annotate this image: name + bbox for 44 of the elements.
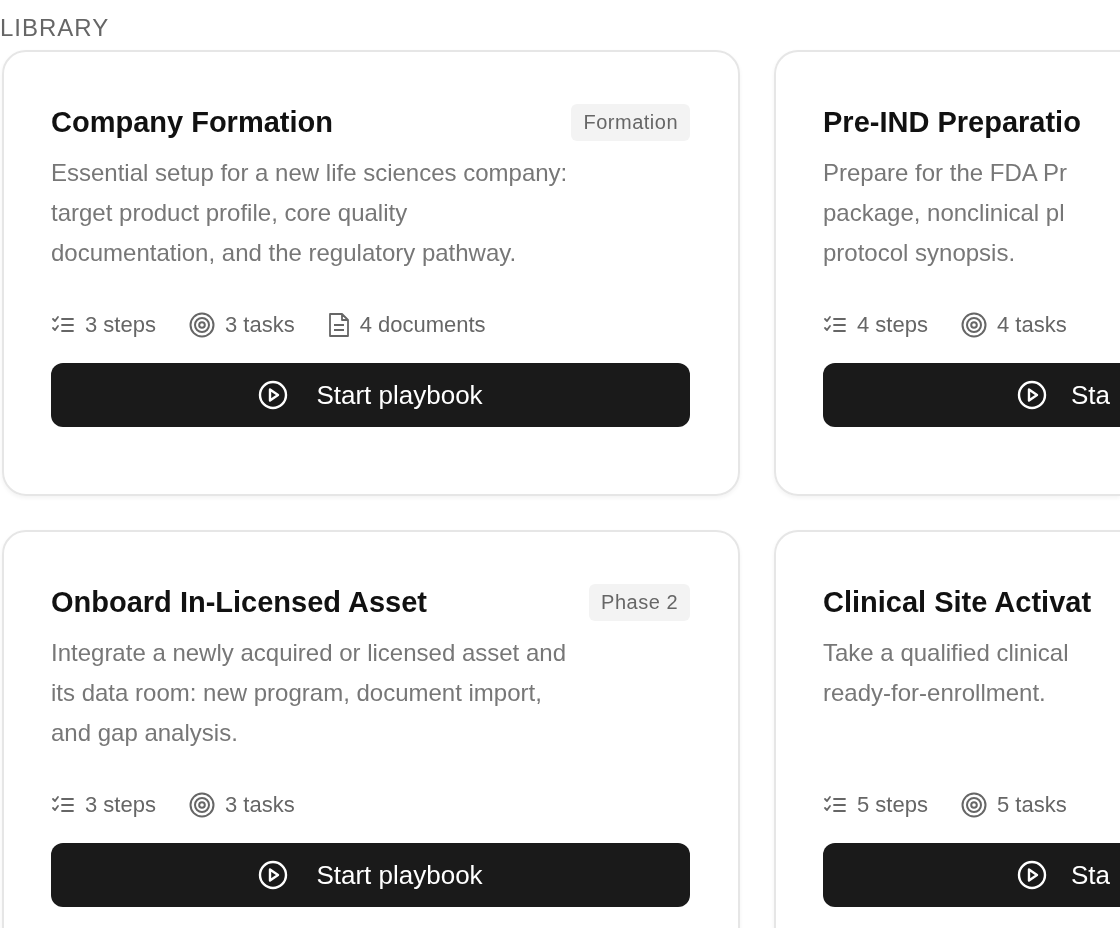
start-playbook-button[interactable]: Sta: [823, 843, 1120, 907]
card-description: and gap analysis.: [51, 718, 239, 748]
checklist-icon: [823, 795, 847, 815]
card-description: package, nonclinical pl: [823, 198, 1066, 228]
card-description: target product profile, core quality: [51, 198, 409, 228]
stat-label: 5 tasks: [996, 792, 1067, 818]
play-icon: [1017, 380, 1047, 410]
stat-label: 3 tasks: [224, 312, 295, 338]
card-title: Onboard In-Licensed Asset: [51, 585, 427, 619]
card-title: Company Formation: [51, 105, 333, 139]
checklist-icon: [51, 795, 75, 815]
target-icon: [960, 312, 987, 338]
card-description: Integrate a newly acquired or licensed asset and: [51, 638, 567, 668]
play-icon: [258, 860, 289, 890]
stat-label: 4 documents: [359, 312, 486, 338]
target-icon: [188, 792, 215, 818]
category-tag: Phase 2: [589, 583, 690, 621]
checklist-icon: [823, 315, 847, 335]
stat-label: 3 steps: [85, 792, 156, 818]
card-description: documentation, and the regulatory pathway.: [51, 238, 518, 268]
stat-label: 4 steps: [857, 312, 928, 338]
target-icon: [188, 312, 215, 338]
target-icon: [960, 792, 987, 818]
card-title: Clinical Site Activat: [823, 585, 1092, 619]
start-playbook-button[interactable]: Start playbook: [51, 363, 690, 427]
stat-label: 3 tasks: [224, 792, 295, 818]
card-description: protocol synopsis.: [823, 238, 1017, 268]
card-description: its data room: new program, document import,: [51, 678, 543, 708]
card-description: ready-for-enrollment.: [823, 678, 1047, 708]
card-description: Take a qualified clinical: [823, 638, 1070, 668]
stat-label: 4 tasks: [996, 312, 1067, 338]
section-heading: LIBRARY: [0, 13, 111, 43]
checklist-icon: [51, 315, 75, 335]
start-playbook-button[interactable]: Start playbook: [51, 843, 690, 907]
play-icon: [1017, 860, 1047, 890]
card-description: Prepare for the FDA Pr: [823, 158, 1069, 188]
category-tag: Formation: [571, 103, 690, 141]
play-icon: [258, 380, 289, 410]
card-title: Pre-IND Preparatio: [823, 105, 1081, 139]
card-description: Essential setup for a new life sciences company:: [51, 158, 569, 188]
document-icon: [327, 312, 350, 338]
stat-label: 3 steps: [85, 312, 156, 338]
start-playbook-button[interactable]: Sta: [823, 363, 1120, 427]
stat-label: 5 steps: [857, 792, 928, 818]
